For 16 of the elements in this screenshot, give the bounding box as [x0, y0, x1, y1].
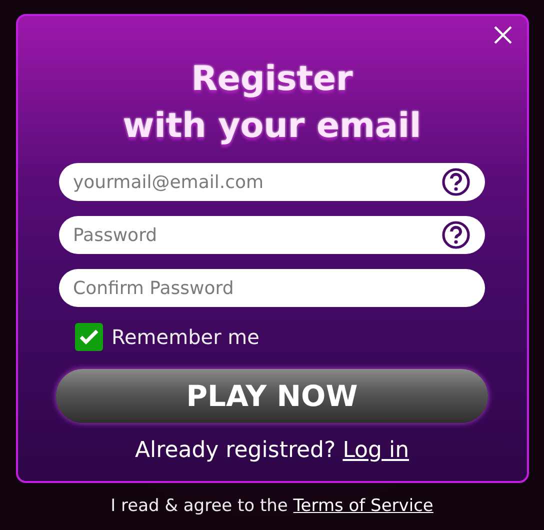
- input-field[interactable]: Confirm Password: [59, 269, 485, 307]
- help-icon[interactable]: [441, 220, 471, 250]
- terms-link[interactable]: Terms of Service: [293, 496, 434, 516]
- input-field[interactable]: Password: [59, 216, 485, 254]
- play-now-button[interactable]: PLAY NOW: [56, 369, 488, 423]
- login-link[interactable]: Log in: [342, 438, 410, 463]
- dialog-title: Register: [191, 58, 353, 101]
- close-icon[interactable]: [492, 25, 512, 45]
- terms-text: I read & agree to the Terms of Service: [110, 496, 434, 516]
- check-icon: [78, 329, 98, 345]
- checkbox-label: Remember me: [112, 325, 260, 349]
- dialog-title: with your email: [122, 105, 422, 148]
- input-field[interactable]: yourmail@email.com: [59, 163, 485, 201]
- checkbox[interactable]: [74, 323, 102, 351]
- login-prompt: Already registred? Log in: [134, 438, 410, 463]
- help-icon[interactable]: [441, 167, 471, 197]
